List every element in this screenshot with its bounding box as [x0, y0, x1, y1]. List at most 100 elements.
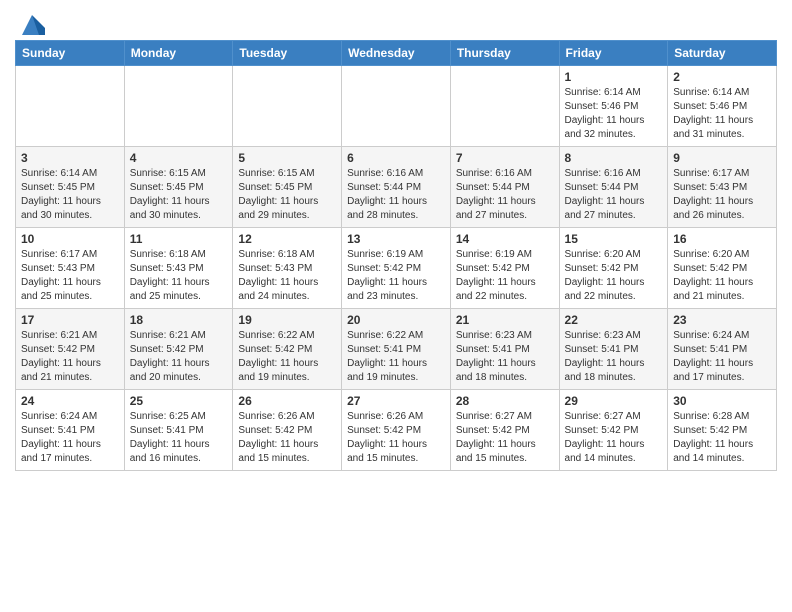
- calendar-week-2: 3Sunrise: 6:14 AM Sunset: 5:45 PM Daylig…: [16, 147, 777, 228]
- logo-icon: [17, 10, 47, 40]
- day-number: 25: [130, 394, 228, 408]
- day-number: 5: [238, 151, 336, 165]
- day-number: 22: [565, 313, 663, 327]
- calendar-cell: 29Sunrise: 6:27 AM Sunset: 5:42 PM Dayli…: [559, 390, 668, 471]
- day-number: 21: [456, 313, 554, 327]
- calendar-cell: 16Sunrise: 6:20 AM Sunset: 5:42 PM Dayli…: [668, 228, 777, 309]
- day-number: 11: [130, 232, 228, 246]
- calendar-cell: [124, 66, 233, 147]
- day-number: 8: [565, 151, 663, 165]
- day-number: 28: [456, 394, 554, 408]
- calendar-cell: 21 Sunrise: 6:23 AM Sunset: 5:41 PM Dayli…: [450, 309, 559, 390]
- day-info: Sunrise: 6:25 AM Sunset: 5:41 PM Dayligh…: [130, 410, 228, 466]
- day-info: Sunrise: 6:28 AM Sunset: 5:42 PM Dayligh…: [673, 410, 771, 466]
- day-number: 29: [565, 394, 663, 408]
- day-info: Sunrise: 6:21 AM Sunset: 5:42 PM Dayligh…: [130, 329, 228, 385]
- day-info: Sunrise: 6:19 AM Sunset: 5:42 PM Dayligh…: [456, 248, 554, 304]
- day-info: Sunrise: 6:21 AM Sunset: 5:42 PM Dayligh…: [21, 329, 119, 385]
- calendar-week-1: 1Sunrise: 6:14 AM Sunset: 5:46 PM Daylig…: [16, 66, 777, 147]
- calendar-cell: 10 Sunrise: 6:17 AM Sunset: 5:43 PM Dayli…: [16, 228, 125, 309]
- calendar-cell: 26 Sunrise: 6:26 AM Sunset: 5:42 PM Dayli…: [233, 390, 342, 471]
- calendar-cell: 1Sunrise: 6:14 AM Sunset: 5:46 PM Daylig…: [559, 66, 668, 147]
- day-header-friday: Friday: [559, 41, 668, 66]
- day-info: Sunrise: 6:14 AM Sunset: 5:46 PM Dayligh…: [565, 86, 663, 142]
- day-info: Sunrise: 6:24 AM Sunset: 5:41 PM Dayligh…: [21, 410, 119, 466]
- day-info: Sunrise: 6:23 AM Sunset: 5:41 PM Dayligh…: [456, 329, 554, 385]
- day-info: Sunrise: 6:15 AM Sunset: 5:45 PM Dayligh…: [238, 167, 336, 223]
- calendar-cell: 17 Sunrise: 6:21 AM Sunset: 5:42 PM Dayli…: [16, 309, 125, 390]
- day-number: 4: [130, 151, 228, 165]
- calendar-cell: 27 Sunrise: 6:26 AM Sunset: 5:42 PM Dayli…: [342, 390, 451, 471]
- calendar-cell: 11 Sunrise: 6:18 AM Sunset: 5:43 PM Dayli…: [124, 228, 233, 309]
- calendar-cell: 25 Sunrise: 6:25 AM Sunset: 5:41 PM Dayli…: [124, 390, 233, 471]
- day-info: Sunrise: 6:20 AM Sunset: 5:42 PM Dayligh…: [673, 248, 771, 304]
- calendar-cell: [16, 66, 125, 147]
- calendar-header-row: SundayMondayTuesdayWednesdayThursdayFrid…: [16, 41, 777, 66]
- day-info: Sunrise: 6:20 AM Sunset: 5:42 PM Dayligh…: [565, 248, 663, 304]
- day-info: Sunrise: 6:16 AM Sunset: 5:44 PM Dayligh…: [565, 167, 663, 223]
- day-number: 14: [456, 232, 554, 246]
- day-number: 27: [347, 394, 445, 408]
- day-number: 12: [238, 232, 336, 246]
- day-info: Sunrise: 6:15 AM Sunset: 5:45 PM Dayligh…: [130, 167, 228, 223]
- day-number: 24: [21, 394, 119, 408]
- calendar-cell: 9 Sunrise: 6:17 AM Sunset: 5:43 PM Daylig…: [668, 147, 777, 228]
- day-number: 2: [673, 70, 771, 84]
- day-number: 18: [130, 313, 228, 327]
- day-info: Sunrise: 6:18 AM Sunset: 5:43 PM Dayligh…: [130, 248, 228, 304]
- calendar-cell: 23 Sunrise: 6:24 AM Sunset: 5:41 PM Dayli…: [668, 309, 777, 390]
- calendar-cell: [450, 66, 559, 147]
- day-info: Sunrise: 6:14 AM Sunset: 5:45 PM Dayligh…: [21, 167, 119, 223]
- day-info: Sunrise: 6:16 AM Sunset: 5:44 PM Dayligh…: [347, 167, 445, 223]
- day-number: 19: [238, 313, 336, 327]
- day-number: 26: [238, 394, 336, 408]
- day-header-wednesday: Wednesday: [342, 41, 451, 66]
- day-number: 17: [21, 313, 119, 327]
- day-info: Sunrise: 6:19 AM Sunset: 5:42 PM Dayligh…: [347, 248, 445, 304]
- day-info: Sunrise: 6:24 AM Sunset: 5:41 PM Dayligh…: [673, 329, 771, 385]
- day-header-thursday: Thursday: [450, 41, 559, 66]
- calendar-table: SundayMondayTuesdayWednesdayThursdayFrid…: [15, 40, 777, 471]
- day-number: 23: [673, 313, 771, 327]
- day-number: 9: [673, 151, 771, 165]
- day-header-tuesday: Tuesday: [233, 41, 342, 66]
- calendar-cell: 18 Sunrise: 6:21 AM Sunset: 5:42 PM Dayli…: [124, 309, 233, 390]
- day-number: 10: [21, 232, 119, 246]
- calendar-cell: 8 Sunrise: 6:16 AM Sunset: 5:44 PM Daylig…: [559, 147, 668, 228]
- calendar-cell: 6Sunrise: 6:16 AM Sunset: 5:44 PM Daylig…: [342, 147, 451, 228]
- calendar-cell: 2 Sunrise: 6:14 AM Sunset: 5:46 PM Daylig…: [668, 66, 777, 147]
- calendar-cell: 7Sunrise: 6:16 AM Sunset: 5:44 PM Daylig…: [450, 147, 559, 228]
- day-info: Sunrise: 6:26 AM Sunset: 5:42 PM Dayligh…: [347, 410, 445, 466]
- day-header-saturday: Saturday: [668, 41, 777, 66]
- logo: [15, 10, 47, 32]
- calendar-cell: 15Sunrise: 6:20 AM Sunset: 5:42 PM Dayli…: [559, 228, 668, 309]
- calendar-cell: 28Sunrise: 6:27 AM Sunset: 5:42 PM Dayli…: [450, 390, 559, 471]
- calendar-cell: 3Sunrise: 6:14 AM Sunset: 5:45 PM Daylig…: [16, 147, 125, 228]
- day-info: Sunrise: 6:18 AM Sunset: 5:43 PM Dayligh…: [238, 248, 336, 304]
- calendar-cell: 30Sunrise: 6:28 AM Sunset: 5:42 PM Dayli…: [668, 390, 777, 471]
- calendar-cell: 4 Sunrise: 6:15 AM Sunset: 5:45 PM Daylig…: [124, 147, 233, 228]
- day-info: Sunrise: 6:16 AM Sunset: 5:44 PM Dayligh…: [456, 167, 554, 223]
- day-info: Sunrise: 6:17 AM Sunset: 5:43 PM Dayligh…: [21, 248, 119, 304]
- calendar-cell: 12 Sunrise: 6:18 AM Sunset: 5:43 PM Dayli…: [233, 228, 342, 309]
- day-number: 20: [347, 313, 445, 327]
- day-number: 13: [347, 232, 445, 246]
- day-info: Sunrise: 6:14 AM Sunset: 5:46 PM Dayligh…: [673, 86, 771, 142]
- day-header-monday: Monday: [124, 41, 233, 66]
- calendar-cell: 24 Sunrise: 6:24 AM Sunset: 5:41 PM Dayli…: [16, 390, 125, 471]
- header: [15, 10, 777, 32]
- calendar-cell: 5 Sunrise: 6:15 AM Sunset: 5:45 PM Daylig…: [233, 147, 342, 228]
- day-info: Sunrise: 6:23 AM Sunset: 5:41 PM Dayligh…: [565, 329, 663, 385]
- page-container: SundayMondayTuesdayWednesdayThursdayFrid…: [0, 0, 792, 481]
- calendar-cell: 14 Sunrise: 6:19 AM Sunset: 5:42 PM Dayli…: [450, 228, 559, 309]
- calendar-cell: 19 Sunrise: 6:22 AM Sunset: 5:42 PM Dayli…: [233, 309, 342, 390]
- day-header-sunday: Sunday: [16, 41, 125, 66]
- calendar-cell: 13 Sunrise: 6:19 AM Sunset: 5:42 PM Dayli…: [342, 228, 451, 309]
- calendar-cell: 22 Sunrise: 6:23 AM Sunset: 5:41 PM Dayli…: [559, 309, 668, 390]
- calendar-week-4: 17 Sunrise: 6:21 AM Sunset: 5:42 PM Dayli…: [16, 309, 777, 390]
- calendar-week-5: 24 Sunrise: 6:24 AM Sunset: 5:41 PM Dayli…: [16, 390, 777, 471]
- calendar-cell: [342, 66, 451, 147]
- day-info: Sunrise: 6:17 AM Sunset: 5:43 PM Dayligh…: [673, 167, 771, 223]
- day-info: Sunrise: 6:22 AM Sunset: 5:42 PM Dayligh…: [238, 329, 336, 385]
- day-info: Sunrise: 6:26 AM Sunset: 5:42 PM Dayligh…: [238, 410, 336, 466]
